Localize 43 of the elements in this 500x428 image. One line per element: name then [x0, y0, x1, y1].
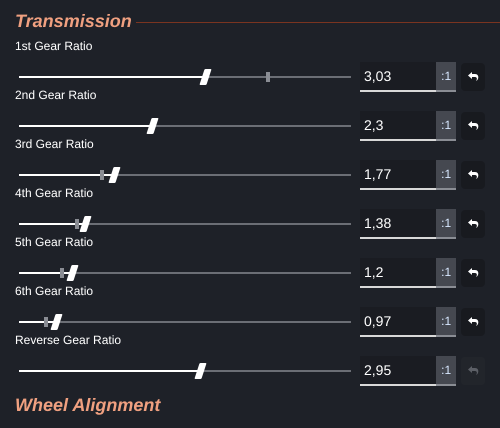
unit-label: :1 — [436, 160, 456, 190]
undo-icon — [466, 218, 480, 230]
setting-label: 2nd Gear Ratio — [15, 87, 98, 103]
unit-label: :1 — [436, 356, 456, 386]
value-field[interactable]: 3,03 — [360, 62, 436, 92]
setting-label: 5th Gear Ratio — [15, 234, 94, 250]
undo-icon — [466, 267, 480, 279]
unit-label: :1 — [436, 62, 456, 92]
section-title: Wheel Alignment — [15, 395, 160, 415]
setting-label: 1st Gear Ratio — [15, 38, 94, 54]
slider-thumb[interactable] — [194, 363, 207, 379]
undo-icon — [466, 365, 480, 377]
slider-thumb[interactable] — [146, 118, 158, 134]
value-field[interactable]: 2,95 — [360, 356, 436, 386]
reset-button[interactable] — [461, 63, 485, 91]
setting-label: 6th Gear Ratio — [15, 283, 94, 299]
section-title: Transmission — [15, 10, 132, 32]
slider-thumb[interactable] — [108, 167, 120, 183]
undo-icon — [466, 71, 480, 83]
unit-label: :1 — [436, 307, 456, 337]
undo-icon — [466, 120, 480, 132]
value-field[interactable]: 1,77 — [360, 160, 436, 190]
setting-label: 3rd Gear Ratio — [15, 136, 95, 152]
value-field[interactable]: 0,97 — [360, 307, 436, 337]
reset-button[interactable] — [461, 210, 485, 238]
value-field[interactable]: 1,2 — [360, 258, 436, 288]
slider-thumb[interactable] — [66, 265, 79, 281]
undo-icon — [466, 316, 480, 328]
slider-thumb[interactable] — [80, 216, 92, 232]
setting-label: 4th Gear Ratio — [15, 185, 94, 201]
value-field[interactable]: 1,38 — [360, 209, 436, 239]
slider-thumb[interactable] — [50, 314, 62, 330]
slider-thumb[interactable] — [199, 69, 212, 85]
reset-button[interactable] — [461, 161, 485, 189]
setting-label: Reverse Gear Ratio — [15, 332, 122, 348]
unit-label: :1 — [436, 111, 456, 141]
reset-button[interactable] — [461, 112, 485, 140]
reset-button[interactable] — [461, 308, 485, 336]
undo-icon — [466, 169, 480, 181]
unit-label: :1 — [436, 258, 456, 288]
reset-button[interactable] — [461, 259, 485, 287]
unit-label: :1 — [436, 209, 456, 239]
value-field[interactable]: 2,3 — [360, 111, 436, 141]
